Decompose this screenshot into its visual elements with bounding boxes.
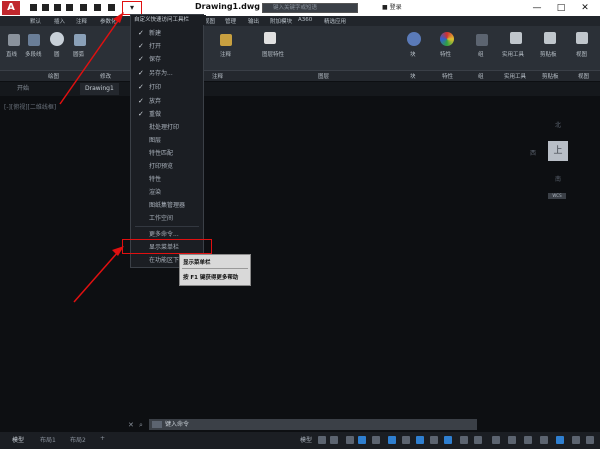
add-layout-icon[interactable]: + (100, 435, 105, 442)
grid-icon[interactable] (318, 436, 326, 444)
gear-icon[interactable] (508, 436, 516, 444)
command-placeholder: 键入命令 (165, 421, 190, 428)
workspace-switch-icon[interactable] (492, 436, 500, 444)
selection-cycling-icon[interactable] (430, 436, 438, 444)
arrow-to-menu-item (73, 251, 119, 303)
model-space-toggle[interactable]: 模型 (300, 435, 312, 444)
tab-layout1[interactable]: 布局1 (40, 435, 56, 444)
tab-layout2[interactable]: 布局2 (70, 435, 86, 444)
annotation-arrows (59, 12, 124, 303)
arrow-head-icon (112, 246, 124, 256)
polar-icon[interactable] (358, 436, 366, 444)
tab-model[interactable]: 模型 (12, 435, 24, 444)
hardware-acceleration-icon[interactable] (556, 436, 564, 444)
snap-icon[interactable] (330, 436, 338, 444)
command-line-input[interactable]: 键入命令 (149, 419, 477, 430)
transparency-icon[interactable] (416, 436, 424, 444)
clean-screen-icon[interactable] (572, 436, 580, 444)
isodraft-icon[interactable] (372, 436, 380, 444)
arrow-head-icon (113, 12, 124, 23)
lineweight-icon[interactable] (402, 436, 410, 444)
annotation-visibility-icon[interactable] (460, 436, 468, 444)
cmd-prompt-icon (152, 421, 162, 428)
close-cmd-icon[interactable]: ✕ (128, 421, 134, 429)
annotation-scale-icon[interactable] (444, 436, 452, 444)
isolate-objects-icon[interactable] (540, 436, 548, 444)
arrow-to-toolbar (59, 17, 121, 105)
ortho-icon[interactable] (346, 436, 354, 444)
plus-icon[interactable] (524, 436, 532, 444)
cmd-search-icon[interactable]: ⌕ (139, 421, 143, 430)
auto-scale-icon[interactable] (474, 436, 482, 444)
customization-menu-icon[interactable] (586, 436, 594, 444)
object-snap-icon[interactable] (388, 436, 396, 444)
